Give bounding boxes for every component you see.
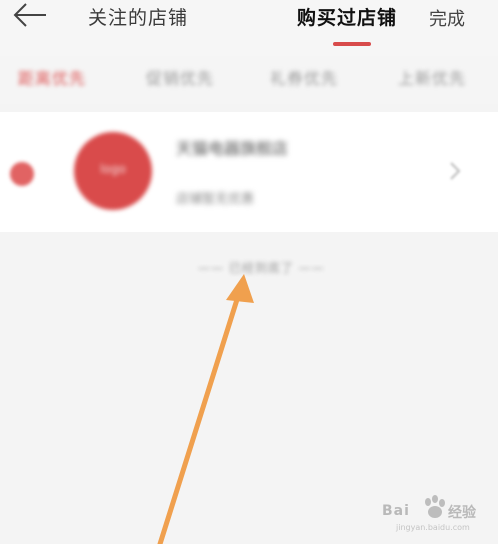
filter-promotion[interactable]: 促销优先: [146, 65, 214, 89]
select-radio[interactable]: [10, 162, 34, 186]
active-tab-indicator: [333, 42, 371, 46]
chevron-right-icon[interactable]: [448, 160, 462, 182]
shop-avatar-label: logo: [100, 162, 126, 176]
list-end-indicator: —— 已经到底了 ——: [198, 261, 325, 275]
shop-name: 天猫电器旗舰店: [176, 139, 289, 158]
top-bar: 关注的店铺 购买过店铺 完成: [0, 0, 498, 56]
baidu-jingyan-watermark: Bai 经验 jingyan.baidu.com: [380, 493, 492, 533]
watermark-url: jingyan.baidu.com: [396, 523, 470, 532]
filter-distance[interactable]: 距离优先: [18, 65, 86, 89]
watermark-brand-right: 经验: [448, 505, 476, 521]
tab-followed-stores[interactable]: 关注的店铺: [88, 3, 188, 30]
baidu-paw-icon: [425, 495, 445, 518]
watermark-brand-left: Bai: [382, 503, 410, 519]
filter-coupon[interactable]: 礼券优先: [270, 65, 338, 89]
shop-subtitle: 店铺暂无优惠: [176, 192, 255, 207]
tab-purchased-stores[interactable]: 购买过店铺: [297, 3, 397, 30]
done-button[interactable]: 完成: [429, 5, 465, 31]
filter-new-arrival[interactable]: 上新优先: [398, 65, 466, 89]
back-arrow-icon[interactable]: [12, 2, 48, 28]
